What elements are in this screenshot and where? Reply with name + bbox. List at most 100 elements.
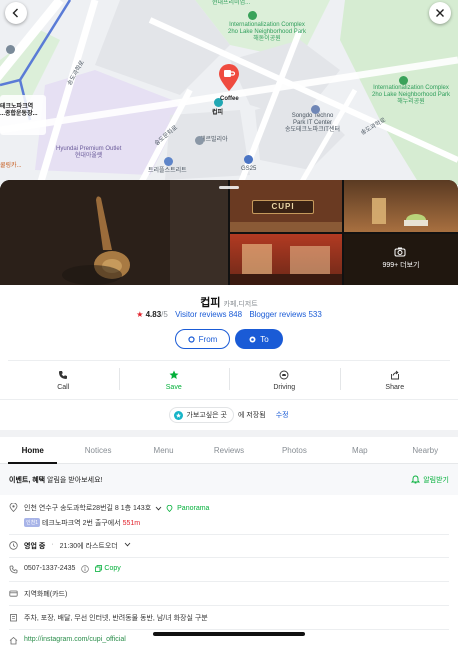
share-button[interactable]: Share bbox=[339, 363, 451, 397]
blogger-reviews-link[interactable]: Blogger reviews 533 bbox=[249, 310, 321, 319]
map-view[interactable]: 현대프리미엄... Internationalization Complex 2… bbox=[0, 0, 458, 185]
saved-list-label: 가보고싶은 곳 bbox=[186, 412, 227, 419]
place-name: 컵피 bbox=[200, 297, 221, 309]
divider bbox=[9, 629, 449, 630]
cupi-sign: CUPI bbox=[252, 200, 314, 214]
map-label-herb: 헤르빌리아 bbox=[200, 137, 228, 143]
copy-phone-button[interactable]: Copy bbox=[95, 565, 121, 572]
copy-label: Copy bbox=[104, 565, 121, 572]
poi-icon[interactable] bbox=[164, 157, 173, 166]
tab-reviews[interactable]: Reviews bbox=[196, 437, 261, 463]
address-text[interactable]: 인천 연수구 송도과학로28번길 8 1층 143호 bbox=[24, 503, 151, 513]
driving-button[interactable]: Driving bbox=[229, 363, 340, 397]
website-link[interactable]: http://instagram.com/cupi_official bbox=[24, 636, 126, 643]
chevron-down-icon[interactable] bbox=[155, 505, 162, 512]
hours-status: 영업 중 bbox=[24, 543, 46, 550]
divider bbox=[8, 360, 450, 361]
tab-map[interactable]: Map bbox=[327, 437, 392, 463]
tab-menu[interactable]: Menu bbox=[131, 437, 196, 463]
building-icon bbox=[10, 614, 17, 622]
map-label-park-top: Internationalization Complex 2ho Lake Ne… bbox=[228, 22, 307, 42]
notice-bold: 이벤트, 혜택 bbox=[9, 476, 46, 484]
poi-icon[interactable] bbox=[311, 105, 320, 114]
origin-dot-icon bbox=[188, 335, 195, 343]
route-to-button[interactable]: To bbox=[235, 329, 283, 349]
event-notice-banner[interactable]: 이벤트, 혜택 알림을 받아보세요! 알림받기 bbox=[0, 464, 458, 495]
poi-icon[interactable] bbox=[6, 45, 15, 54]
photo-sign[interactable]: CUPI bbox=[230, 180, 342, 232]
place-title-row: 컵피 카페,디저트 bbox=[0, 293, 458, 311]
photo-more[interactable]: 999+ 더보기 bbox=[344, 234, 458, 285]
divider bbox=[0, 399, 458, 400]
address-row: 인천 연수구 송도과학로28번길 8 1층 143호 Panorama 인천1 테… bbox=[9, 503, 449, 528]
map-label-station: 테크노파크역 ...종합운동장... bbox=[0, 104, 38, 117]
subway-distance: 551m bbox=[122, 520, 141, 527]
website-row: http://instagram.com/cupi_official bbox=[9, 636, 449, 645]
chevron-down-icon[interactable] bbox=[124, 541, 131, 548]
place-category: 카페,디저트 bbox=[223, 301, 258, 308]
phone-icon bbox=[59, 370, 68, 379]
info-icon[interactable] bbox=[81, 565, 90, 573]
action-bar: Call Save Driving Share bbox=[8, 363, 450, 397]
home-icon bbox=[9, 636, 18, 645]
save-label: Save bbox=[165, 383, 182, 391]
location-pin-icon bbox=[9, 503, 18, 512]
map-label-outlet: Hyundai Premium Outlet 현대아울렛 bbox=[56, 146, 122, 159]
photo-storefront[interactable] bbox=[230, 234, 342, 285]
car-icon bbox=[279, 370, 289, 379]
bell-icon bbox=[411, 475, 421, 484]
route-from-button[interactable]: From bbox=[175, 329, 230, 349]
photo-drink[interactable] bbox=[344, 180, 458, 232]
subscribe-alarm-button[interactable]: 알림받기 bbox=[411, 475, 449, 485]
map-label-hyundai-top: 현대프리미엄... bbox=[212, 0, 251, 6]
map-label-trefle: 트리플스트리트 bbox=[148, 168, 187, 174]
back-button[interactable] bbox=[5, 2, 27, 24]
notice-rest: 알림을 받아보세요! bbox=[45, 476, 103, 484]
amenities-row: 주차, 포장, 배달, 무선 인터넷, 반려동물 동반, 남/녀 화장실 구분 bbox=[9, 613, 449, 623]
poi-icon[interactable] bbox=[195, 136, 204, 145]
coffee-pin-icon[interactable] bbox=[218, 64, 240, 92]
edit-saved-button[interactable]: 수정 bbox=[276, 410, 289, 420]
tab-notices[interactable]: Notices bbox=[65, 437, 130, 463]
phone-icon bbox=[9, 565, 18, 574]
saved-list-chip[interactable]: 가보고싶은 곳 bbox=[169, 407, 234, 423]
chevron-left-icon bbox=[12, 8, 18, 18]
call-label: Call bbox=[57, 383, 70, 391]
panorama-link[interactable]: Panorama bbox=[177, 505, 209, 512]
route-to-label: To bbox=[260, 334, 269, 344]
payment-text: 지역화폐(카드) bbox=[24, 591, 68, 598]
photo-main[interactable] bbox=[0, 180, 228, 285]
place-meta-row: ★ 4.83/5 Visitor reviews 848 Blogger rev… bbox=[0, 310, 458, 319]
subway-text: 테크노파크역 2번 출구에서 bbox=[41, 520, 121, 527]
divider bbox=[9, 534, 449, 535]
share-icon bbox=[390, 370, 399, 379]
place-detail-screen: 현대프리미엄... Internationalization Complex 2… bbox=[0, 0, 458, 660]
drag-handle[interactable] bbox=[219, 186, 239, 189]
poi-icon[interactable] bbox=[244, 155, 253, 164]
tab-nearby[interactable]: Nearby bbox=[393, 437, 458, 463]
photo-gallery[interactable]: CUPI 999+ 더보기 bbox=[0, 180, 458, 285]
poi-icon[interactable] bbox=[248, 11, 257, 20]
card-icon bbox=[9, 590, 18, 597]
rating-max: /5 bbox=[161, 310, 168, 319]
phone-row: 0507-1337-2435 Copy bbox=[9, 565, 449, 574]
notice-text: 이벤트, 혜택 알림을 받아보세요! bbox=[9, 475, 102, 485]
poi-icon[interactable] bbox=[399, 76, 408, 85]
visitor-reviews-link[interactable]: Visitor reviews 848 bbox=[175, 310, 242, 319]
call-button[interactable]: Call bbox=[8, 363, 119, 397]
driving-label: Driving bbox=[273, 383, 296, 391]
saved-status-row: 가보고싶은 곳 에 저장됨 수정 bbox=[0, 407, 458, 423]
tab-home[interactable]: Home bbox=[0, 437, 65, 464]
tab-photos[interactable]: Photos bbox=[262, 437, 327, 463]
hours-row[interactable]: 영업 중 · 21:30에 라스트오더 bbox=[9, 541, 449, 551]
destination-icon bbox=[249, 336, 256, 342]
phone-number[interactable]: 0507-1337-2435 bbox=[24, 565, 75, 572]
panorama-icon bbox=[166, 504, 173, 512]
amenities-text: 주차, 포장, 배달, 무선 인터넷, 반려동물 동반, 남/녀 화장실 구분 bbox=[24, 615, 208, 622]
home-indicator[interactable] bbox=[153, 632, 305, 636]
route-from-label: From bbox=[198, 334, 218, 344]
save-button[interactable]: Save bbox=[118, 363, 230, 397]
close-button[interactable] bbox=[429, 2, 451, 24]
section-spacer bbox=[0, 430, 458, 437]
divider bbox=[9, 605, 449, 606]
